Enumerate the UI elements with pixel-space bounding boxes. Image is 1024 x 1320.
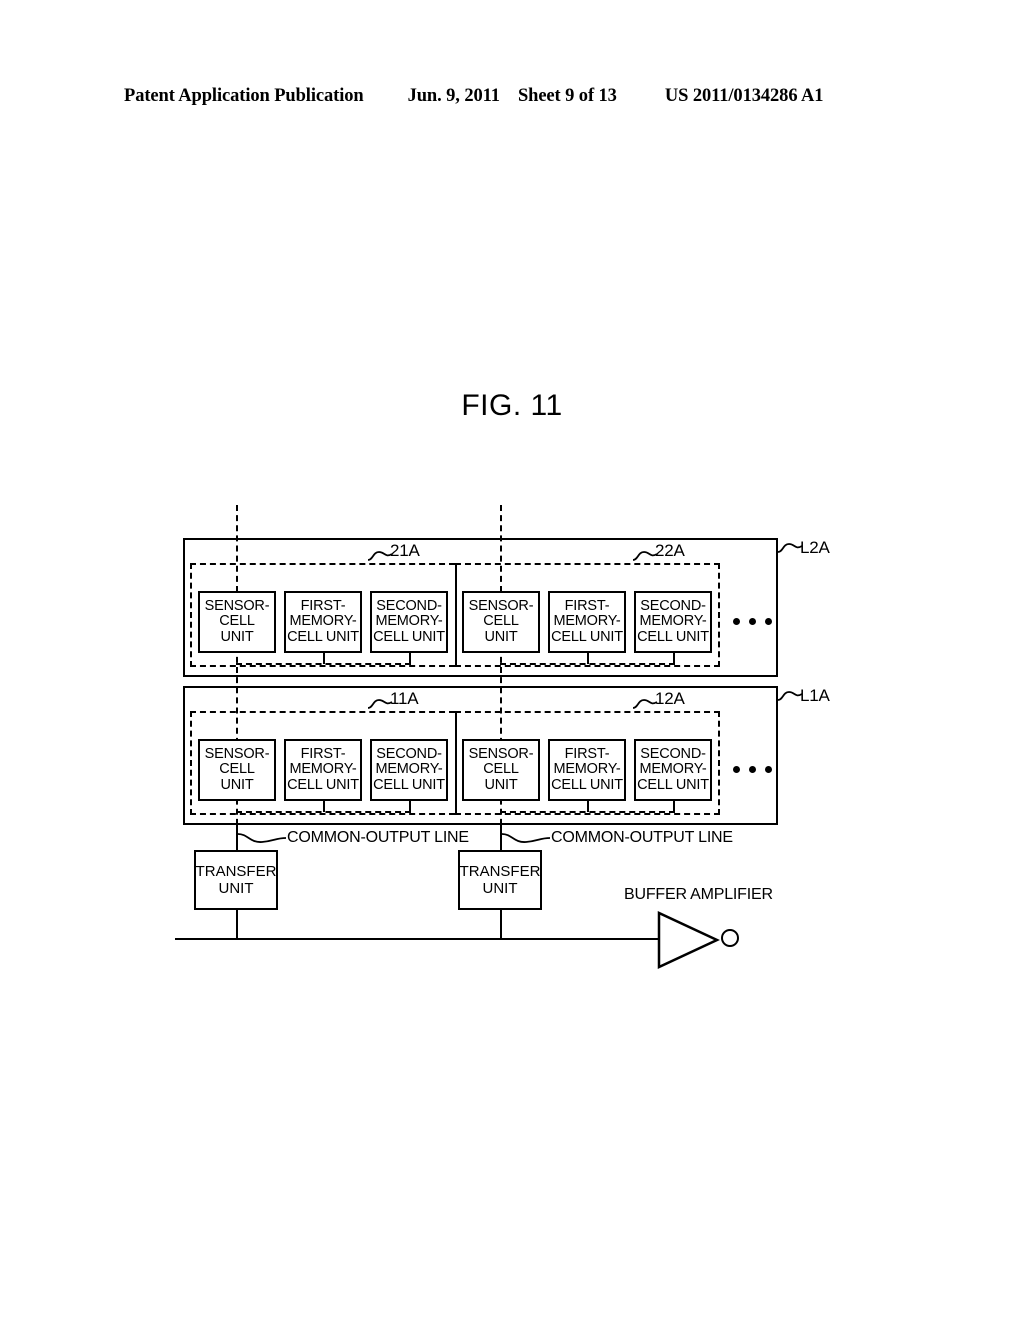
buffer-amplifier-symbol — [656, 910, 726, 975]
transfer-unit-2: TRANSFER UNIT — [458, 850, 542, 910]
cell-sensor-cell-unit: SENSOR- CELL UNIT — [462, 591, 540, 653]
group-bus-dash-22a — [500, 663, 675, 665]
buffer-amplifier-output-node — [721, 929, 739, 947]
cell-second-memory-cell-unit: SECOND- MEMORY- CELL UNIT — [634, 739, 712, 801]
group-separator-l2a — [455, 563, 457, 667]
group-label-11a: 11A — [390, 689, 419, 708]
cell-second-memory-cell-unit: SECOND- MEMORY- CELL UNIT — [370, 591, 448, 653]
ellipsis-l2a — [733, 618, 772, 625]
group-label-22a: 22A — [655, 541, 685, 560]
transfer-unit-1: TRANSFER UNIT — [194, 850, 278, 910]
layer-label-l1a: L1A — [800, 686, 830, 705]
buffer-amplifier-label: BUFFER AMPLIFIER — [624, 886, 773, 903]
cell-sensor-cell-unit: SENSOR- CELL UNIT — [462, 739, 540, 801]
cell-first-memory-cell-unit: FIRST- MEMORY- CELL UNIT — [548, 739, 626, 801]
group-separator-l1a — [455, 711, 457, 815]
cell-first-memory-cell-unit: FIRST- MEMORY- CELL UNIT — [284, 739, 362, 801]
group-label-12a: 12A — [655, 689, 685, 708]
group-bus-dash-11a — [236, 811, 411, 813]
cell-second-memory-cell-unit: SECOND- MEMORY- CELL UNIT — [370, 739, 448, 801]
output-bus-line — [175, 938, 660, 940]
group-label-21a: 21A — [390, 541, 420, 560]
cell-sensor-cell-unit: SENSOR- CELL UNIT — [198, 591, 276, 653]
cell-first-memory-cell-unit: FIRST- MEMORY- CELL UNIT — [548, 591, 626, 653]
group-bus-dash-12a — [500, 811, 675, 813]
cell-first-memory-cell-unit: FIRST- MEMORY- CELL UNIT — [284, 591, 362, 653]
layer-label-l2a: L2A — [800, 538, 830, 557]
common-output-line-label-2: COMMON-OUTPUT LINE — [551, 829, 733, 846]
ellipsis-l1a — [733, 766, 772, 773]
cell-sensor-cell-unit: SENSOR- CELL UNIT — [198, 739, 276, 801]
group-bus-dash-21a — [236, 663, 411, 665]
cell-second-memory-cell-unit: SECOND- MEMORY- CELL UNIT — [634, 591, 712, 653]
figure-diagram: L2A 21A 22A SENSOR- CELL UNIT FIRST- MEM… — [0, 0, 1024, 1320]
common-output-line-label-1: COMMON-OUTPUT LINE — [287, 829, 469, 846]
